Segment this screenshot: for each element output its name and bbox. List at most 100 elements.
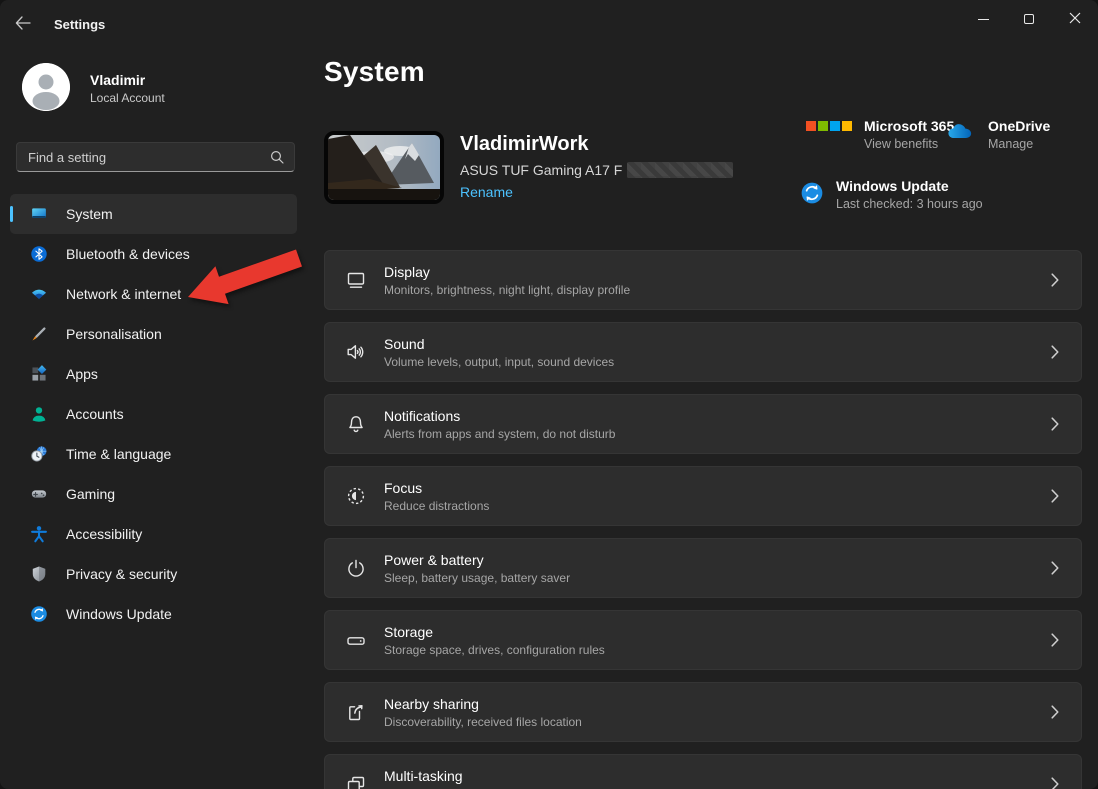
device-name: VladimirWork [460, 133, 589, 156]
settings-window: Settings Vladimir Local Account System [0, 0, 1098, 789]
card-focus[interactable]: Focus Reduce distractions [324, 466, 1082, 526]
sidebar-item-label: Apps [66, 366, 98, 382]
chevron-right-icon [1051, 777, 1059, 789]
sidebar-item-accessibility[interactable]: Accessibility [10, 514, 297, 554]
sidebar-item-label: Network & internet [66, 286, 181, 302]
last-checked-status: Last checked: 3 hours ago [836, 195, 983, 213]
accessibility-person-icon [30, 525, 48, 543]
window-controls [960, 0, 1098, 38]
card-subtitle: Reduce distractions [384, 499, 489, 513]
card-title: Display [384, 264, 630, 280]
chevron-right-icon [1051, 417, 1059, 431]
card-subtitle: Monitors, brightness, night light, displ… [384, 283, 630, 297]
sidebar-nav: System Bluetooth & devices Network & int… [10, 194, 297, 634]
rename-link[interactable]: Rename [460, 184, 513, 200]
sidebar-item-network-internet[interactable]: Network & internet [10, 274, 297, 314]
card-title: Sound [384, 336, 614, 352]
widget-title: Windows Update [836, 177, 983, 195]
settings-card-list: Display Monitors, brightness, night ligh… [324, 250, 1082, 789]
sidebar-item-gaming[interactable]: Gaming [10, 474, 297, 514]
gamepad-icon [30, 485, 48, 503]
back-arrow-icon [15, 16, 31, 33]
sidebar-item-label: Privacy & security [66, 566, 177, 582]
sidebar-item-privacy-security[interactable]: Privacy & security [10, 554, 297, 594]
accounts-person-icon [30, 405, 48, 423]
system-icon [30, 205, 48, 223]
sidebar-item-personalisation[interactable]: Personalisation [10, 314, 297, 354]
card-power-battery[interactable]: Power & battery Sleep, battery usage, ba… [324, 538, 1082, 598]
card-sound[interactable]: Sound Volume levels, output, input, soun… [324, 322, 1082, 382]
shield-icon [30, 565, 48, 583]
onedrive-widget[interactable]: OneDrive Manage [946, 117, 1050, 153]
power-icon [345, 557, 367, 579]
user-account-type: Local Account [90, 91, 165, 105]
card-title: Multi-tasking [384, 768, 597, 784]
device-model: ASUS TUF Gaming A17 F [460, 162, 733, 178]
card-title: Notifications [384, 408, 615, 424]
back-button[interactable] [8, 10, 38, 38]
redacted-model-block [627, 162, 733, 178]
manage-link[interactable]: Manage [988, 135, 1050, 153]
sidebar-item-label: Personalisation [66, 326, 162, 342]
page-title: System [324, 56, 425, 88]
card-nearby-sharing[interactable]: Nearby sharing Discoverability, received… [324, 682, 1082, 742]
user-name: Vladimir [90, 72, 145, 88]
sidebar-item-windows-update[interactable]: Windows Update [10, 594, 297, 634]
network-wifi-icon [30, 285, 48, 303]
nearby-sharing-icon [345, 701, 367, 723]
microsoft-365-logo [806, 121, 852, 131]
storage-drive-icon [345, 629, 367, 651]
search-input[interactable] [17, 150, 270, 165]
card-display[interactable]: Display Monitors, brightness, night ligh… [324, 250, 1082, 310]
paintbrush-icon [30, 325, 48, 343]
chevron-right-icon [1051, 345, 1059, 359]
chevron-right-icon [1051, 273, 1059, 287]
sidebar-item-label: Windows Update [66, 606, 172, 622]
chevron-right-icon [1051, 489, 1059, 503]
widget-title: OneDrive [988, 117, 1050, 135]
sidebar-item-system[interactable]: System [10, 194, 297, 234]
chevron-right-icon [1051, 633, 1059, 647]
sidebar-item-label: Accessibility [66, 526, 142, 542]
card-subtitle: Discoverability, received files location [384, 715, 582, 729]
card-storage[interactable]: Storage Storage space, drives, configura… [324, 610, 1082, 670]
sidebar-item-apps[interactable]: Apps [10, 354, 297, 394]
close-icon [1069, 12, 1081, 27]
notifications-bell-icon [345, 413, 367, 435]
minimize-icon [978, 19, 989, 20]
bluetooth-icon [30, 245, 48, 263]
clock-globe-icon [30, 445, 48, 463]
sidebar-item-accounts[interactable]: Accounts [10, 394, 297, 434]
microsoft-365-widget[interactable]: Microsoft 365 View benefits [806, 117, 954, 153]
card-subtitle: Storage space, drives, configuration rul… [384, 643, 605, 657]
minimize-button[interactable] [960, 0, 1006, 38]
multitasking-windows-icon [345, 773, 367, 789]
windows-update-widget[interactable]: Windows Update Last checked: 3 hours ago [800, 177, 983, 213]
onedrive-cloud-icon [946, 121, 976, 140]
sidebar-item-label: Time & language [66, 446, 171, 462]
sidebar-item-label: Bluetooth & devices [66, 246, 190, 262]
device-model-text: ASUS TUF Gaming A17 F [460, 162, 622, 178]
chevron-right-icon [1051, 561, 1059, 575]
card-notifications[interactable]: Notifications Alerts from apps and syste… [324, 394, 1082, 454]
sound-icon [345, 341, 367, 363]
window-title: Settings [54, 17, 105, 32]
sidebar-item-time-language[interactable]: Time & language [10, 434, 297, 474]
card-multi-tasking[interactable]: Multi-tasking Snap windows, desktops, ta… [324, 754, 1082, 789]
widget-title: Microsoft 365 [864, 117, 954, 135]
card-subtitle: Alerts from apps and system, do not dist… [384, 427, 615, 441]
view-benefits-link[interactable]: View benefits [864, 135, 954, 153]
card-title: Storage [384, 624, 605, 640]
chevron-right-icon [1051, 705, 1059, 719]
sidebar-item-label: Gaming [66, 486, 115, 502]
sidebar-item-label: Accounts [66, 406, 124, 422]
card-title: Power & battery [384, 552, 570, 568]
windows-update-icon [30, 605, 48, 623]
sidebar-item-bluetooth-devices[interactable]: Bluetooth & devices [10, 234, 297, 274]
close-button[interactable] [1052, 0, 1098, 38]
search-box [16, 142, 295, 172]
apps-icon [30, 365, 48, 383]
display-icon [345, 269, 367, 291]
card-title: Focus [384, 480, 489, 496]
maximize-button[interactable] [1006, 0, 1052, 38]
